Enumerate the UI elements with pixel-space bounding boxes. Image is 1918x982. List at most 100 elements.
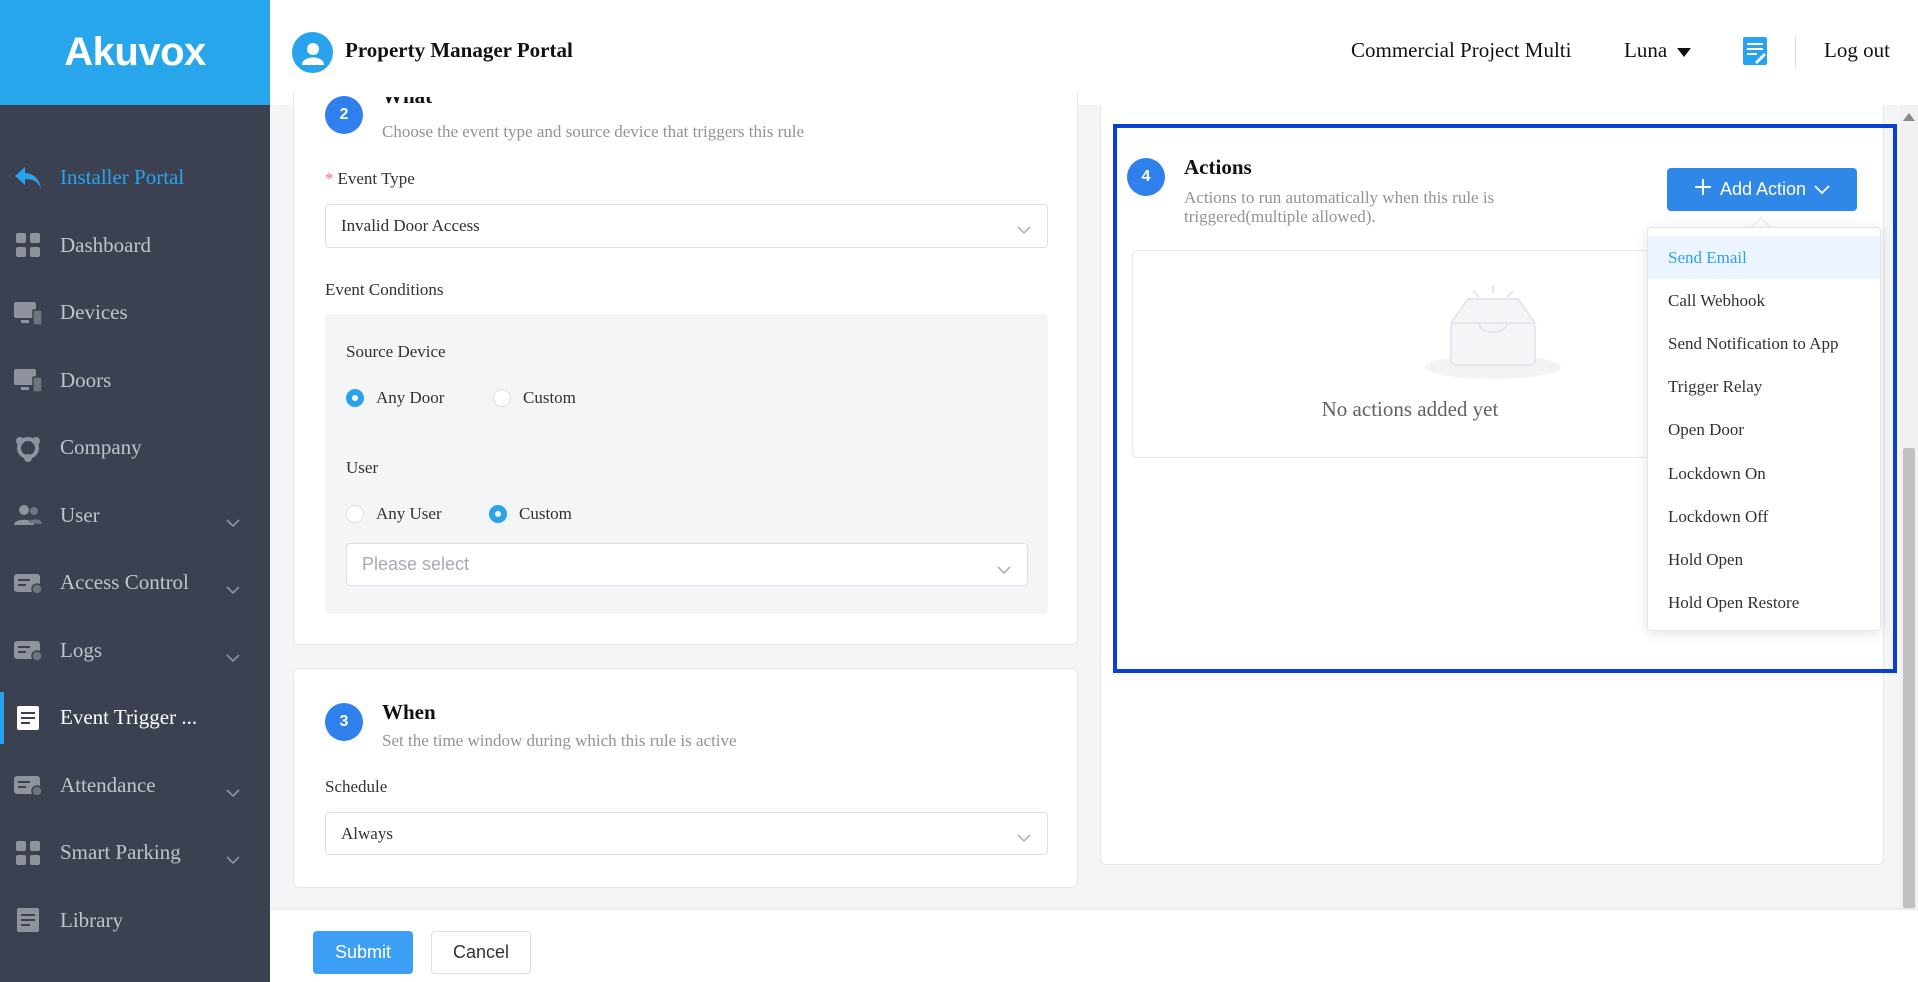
event-type-value: Invalid Door Access xyxy=(341,216,480,235)
event-conditions-box: Source Device Any Door Custom User Any U… xyxy=(325,314,1048,614)
schedule-label: Schedule xyxy=(325,777,388,796)
dropdown-item-open-door[interactable]: Open Door xyxy=(1648,409,1880,452)
dropdown-item-send-notification[interactable]: Send Notification to App xyxy=(1648,322,1880,365)
dropdown-item-call-webhook[interactable]: Call Webhook xyxy=(1648,279,1880,322)
sidebar-item-company[interactable]: Company xyxy=(0,414,270,482)
section-subtitle: Actions to run automatically when this r… xyxy=(1184,188,1494,226)
empty-state-text: No actions added yet xyxy=(1321,397,1499,421)
section-subtitle: Choose the event type and source device … xyxy=(382,122,805,141)
devices-icon xyxy=(12,298,44,328)
sidebar-item-label: Company xyxy=(60,435,142,460)
sidebar-item-attendance[interactable]: Attendance xyxy=(0,752,270,820)
scroll-up-icon[interactable] xyxy=(1903,108,1915,126)
subtitle-line: Actions to run automatically when this r… xyxy=(1184,188,1495,207)
sidebar-item-installer-portal[interactable]: Installer Portal xyxy=(0,144,270,212)
section-title: When xyxy=(382,700,436,724)
user-label: User xyxy=(346,458,379,477)
section-subtitle: Set the time window during which this ru… xyxy=(382,731,737,750)
user-name: Luna xyxy=(1624,38,1668,62)
cancel-button[interactable]: Cancel xyxy=(431,931,531,974)
section-title: Actions xyxy=(1184,155,1252,179)
portal-title: Property Manager Portal xyxy=(345,38,573,62)
sidebar-item-event-trigger[interactable]: Event Trigger ... xyxy=(0,684,270,752)
akuvox-logo[interactable]: Akuvox xyxy=(64,30,206,75)
form-footer: Submit Cancel xyxy=(270,910,1918,982)
event-type-select[interactable]: Invalid Door Access xyxy=(325,204,1048,248)
source-custom-radio[interactable]: Custom xyxy=(493,388,576,408)
dropdown-item-hold-open[interactable]: Hold Open xyxy=(1648,538,1880,581)
smart-parking-icon xyxy=(12,838,44,868)
attendance-icon xyxy=(12,770,44,800)
user-group-icon xyxy=(12,500,44,530)
sidebar-item-dashboard[interactable]: Dashboard xyxy=(0,212,270,280)
dropdown-item-send-email[interactable]: Send Email xyxy=(1648,236,1880,280)
schedule-value: Always xyxy=(341,823,393,843)
radio-dot xyxy=(493,389,511,407)
document-icon[interactable] xyxy=(1742,36,1768,71)
scrollbar-thumb[interactable] xyxy=(1903,448,1915,908)
radio-dot xyxy=(346,389,364,407)
chevron-down-icon xyxy=(1814,179,1830,200)
dropdown-item-hold-open-restore[interactable]: Hold Open Restore xyxy=(1648,582,1880,625)
user-select-placeholder: Please select xyxy=(362,554,470,574)
sidebar-item-label: Doors xyxy=(60,367,112,392)
submit-button[interactable]: Submit xyxy=(313,931,413,974)
logout-link[interactable]: Log out xyxy=(1824,38,1890,63)
source-device-label: Source Device xyxy=(346,342,446,361)
actions-empty-state: No actions added yet xyxy=(1132,250,1688,458)
sidebar-item-label: Attendance xyxy=(60,772,156,797)
radio-label: Custom xyxy=(523,388,576,407)
sidebar-item-doors[interactable]: Doors xyxy=(0,347,270,415)
project-selector[interactable]: Commercial Project Multi xyxy=(1351,38,1571,63)
event-trigger-icon xyxy=(12,703,44,733)
sidebar-item-label: Installer Portal xyxy=(60,165,185,190)
sidebar-item-label: Logs xyxy=(60,637,102,662)
step-badge: 2 xyxy=(325,96,363,134)
header-divider xyxy=(1795,34,1796,68)
radio-label: Any Door xyxy=(376,388,445,407)
dashboard-icon xyxy=(12,230,44,260)
sidebar-item-label: Devices xyxy=(60,300,128,325)
user-custom-radio[interactable]: Custom xyxy=(489,504,572,524)
dropdown-item-trigger-relay[interactable]: Trigger Relay xyxy=(1648,366,1880,409)
what-section: 2 What Choose the event type and source … xyxy=(293,92,1078,645)
sidebar-item-label: Dashboard xyxy=(60,232,151,257)
source-any-door-radio[interactable]: Any Door xyxy=(346,388,444,408)
user-avatar-icon xyxy=(292,32,333,73)
user-menu[interactable]: Luna xyxy=(1624,38,1692,63)
chevron-down-icon xyxy=(226,576,240,601)
when-section: 3 When Set the time window during which … xyxy=(293,668,1078,888)
company-icon xyxy=(12,433,44,463)
user-any-radio[interactable]: Any User xyxy=(346,504,442,524)
doors-icon xyxy=(12,365,44,395)
chevron-down-icon xyxy=(997,559,1011,580)
top-header: Property Manager Portal Commercial Proje… xyxy=(270,0,1918,105)
chevron-down-icon xyxy=(226,509,240,534)
sidebar-item-library[interactable]: Library xyxy=(0,887,270,955)
sidebar-item-devices[interactable]: Devices xyxy=(0,279,270,347)
radio-label: Custom xyxy=(519,504,572,523)
sidebar: Akuvox Installer Portal Dashboard Device… xyxy=(0,0,270,982)
logs-icon xyxy=(12,635,44,665)
add-action-label: Add Action xyxy=(1719,179,1807,199)
chevron-down-icon xyxy=(1017,828,1031,848)
dropdown-item-lockdown-on[interactable]: Lockdown On xyxy=(1648,452,1880,495)
event-conditions-label: Event Conditions xyxy=(325,280,444,299)
dropdown-item-lockdown-off[interactable]: Lockdown Off xyxy=(1648,495,1880,538)
sidebar-item-access-control[interactable]: Access Control xyxy=(0,549,270,617)
caret-down-icon xyxy=(1677,38,1692,63)
library-icon xyxy=(12,905,44,935)
plus-icon xyxy=(1694,178,1712,201)
sidebar-item-label: Smart Parking xyxy=(60,840,181,865)
empty-inbox-icon xyxy=(1423,283,1563,388)
add-action-button[interactable]: Add Action xyxy=(1667,168,1857,211)
radio-label: Any User xyxy=(376,504,442,523)
sidebar-item-smart-parking[interactable]: Smart Parking xyxy=(0,819,270,887)
schedule-select[interactable]: Always xyxy=(325,812,1048,855)
user-select[interactable]: Please select xyxy=(346,543,1028,586)
sidebar-item-logs[interactable]: Logs xyxy=(0,617,270,685)
step-badge: 3 xyxy=(325,703,363,741)
sidebar-item-user[interactable]: User xyxy=(0,482,270,550)
chevron-down-icon xyxy=(1017,220,1031,240)
chevron-down-icon xyxy=(226,644,240,669)
